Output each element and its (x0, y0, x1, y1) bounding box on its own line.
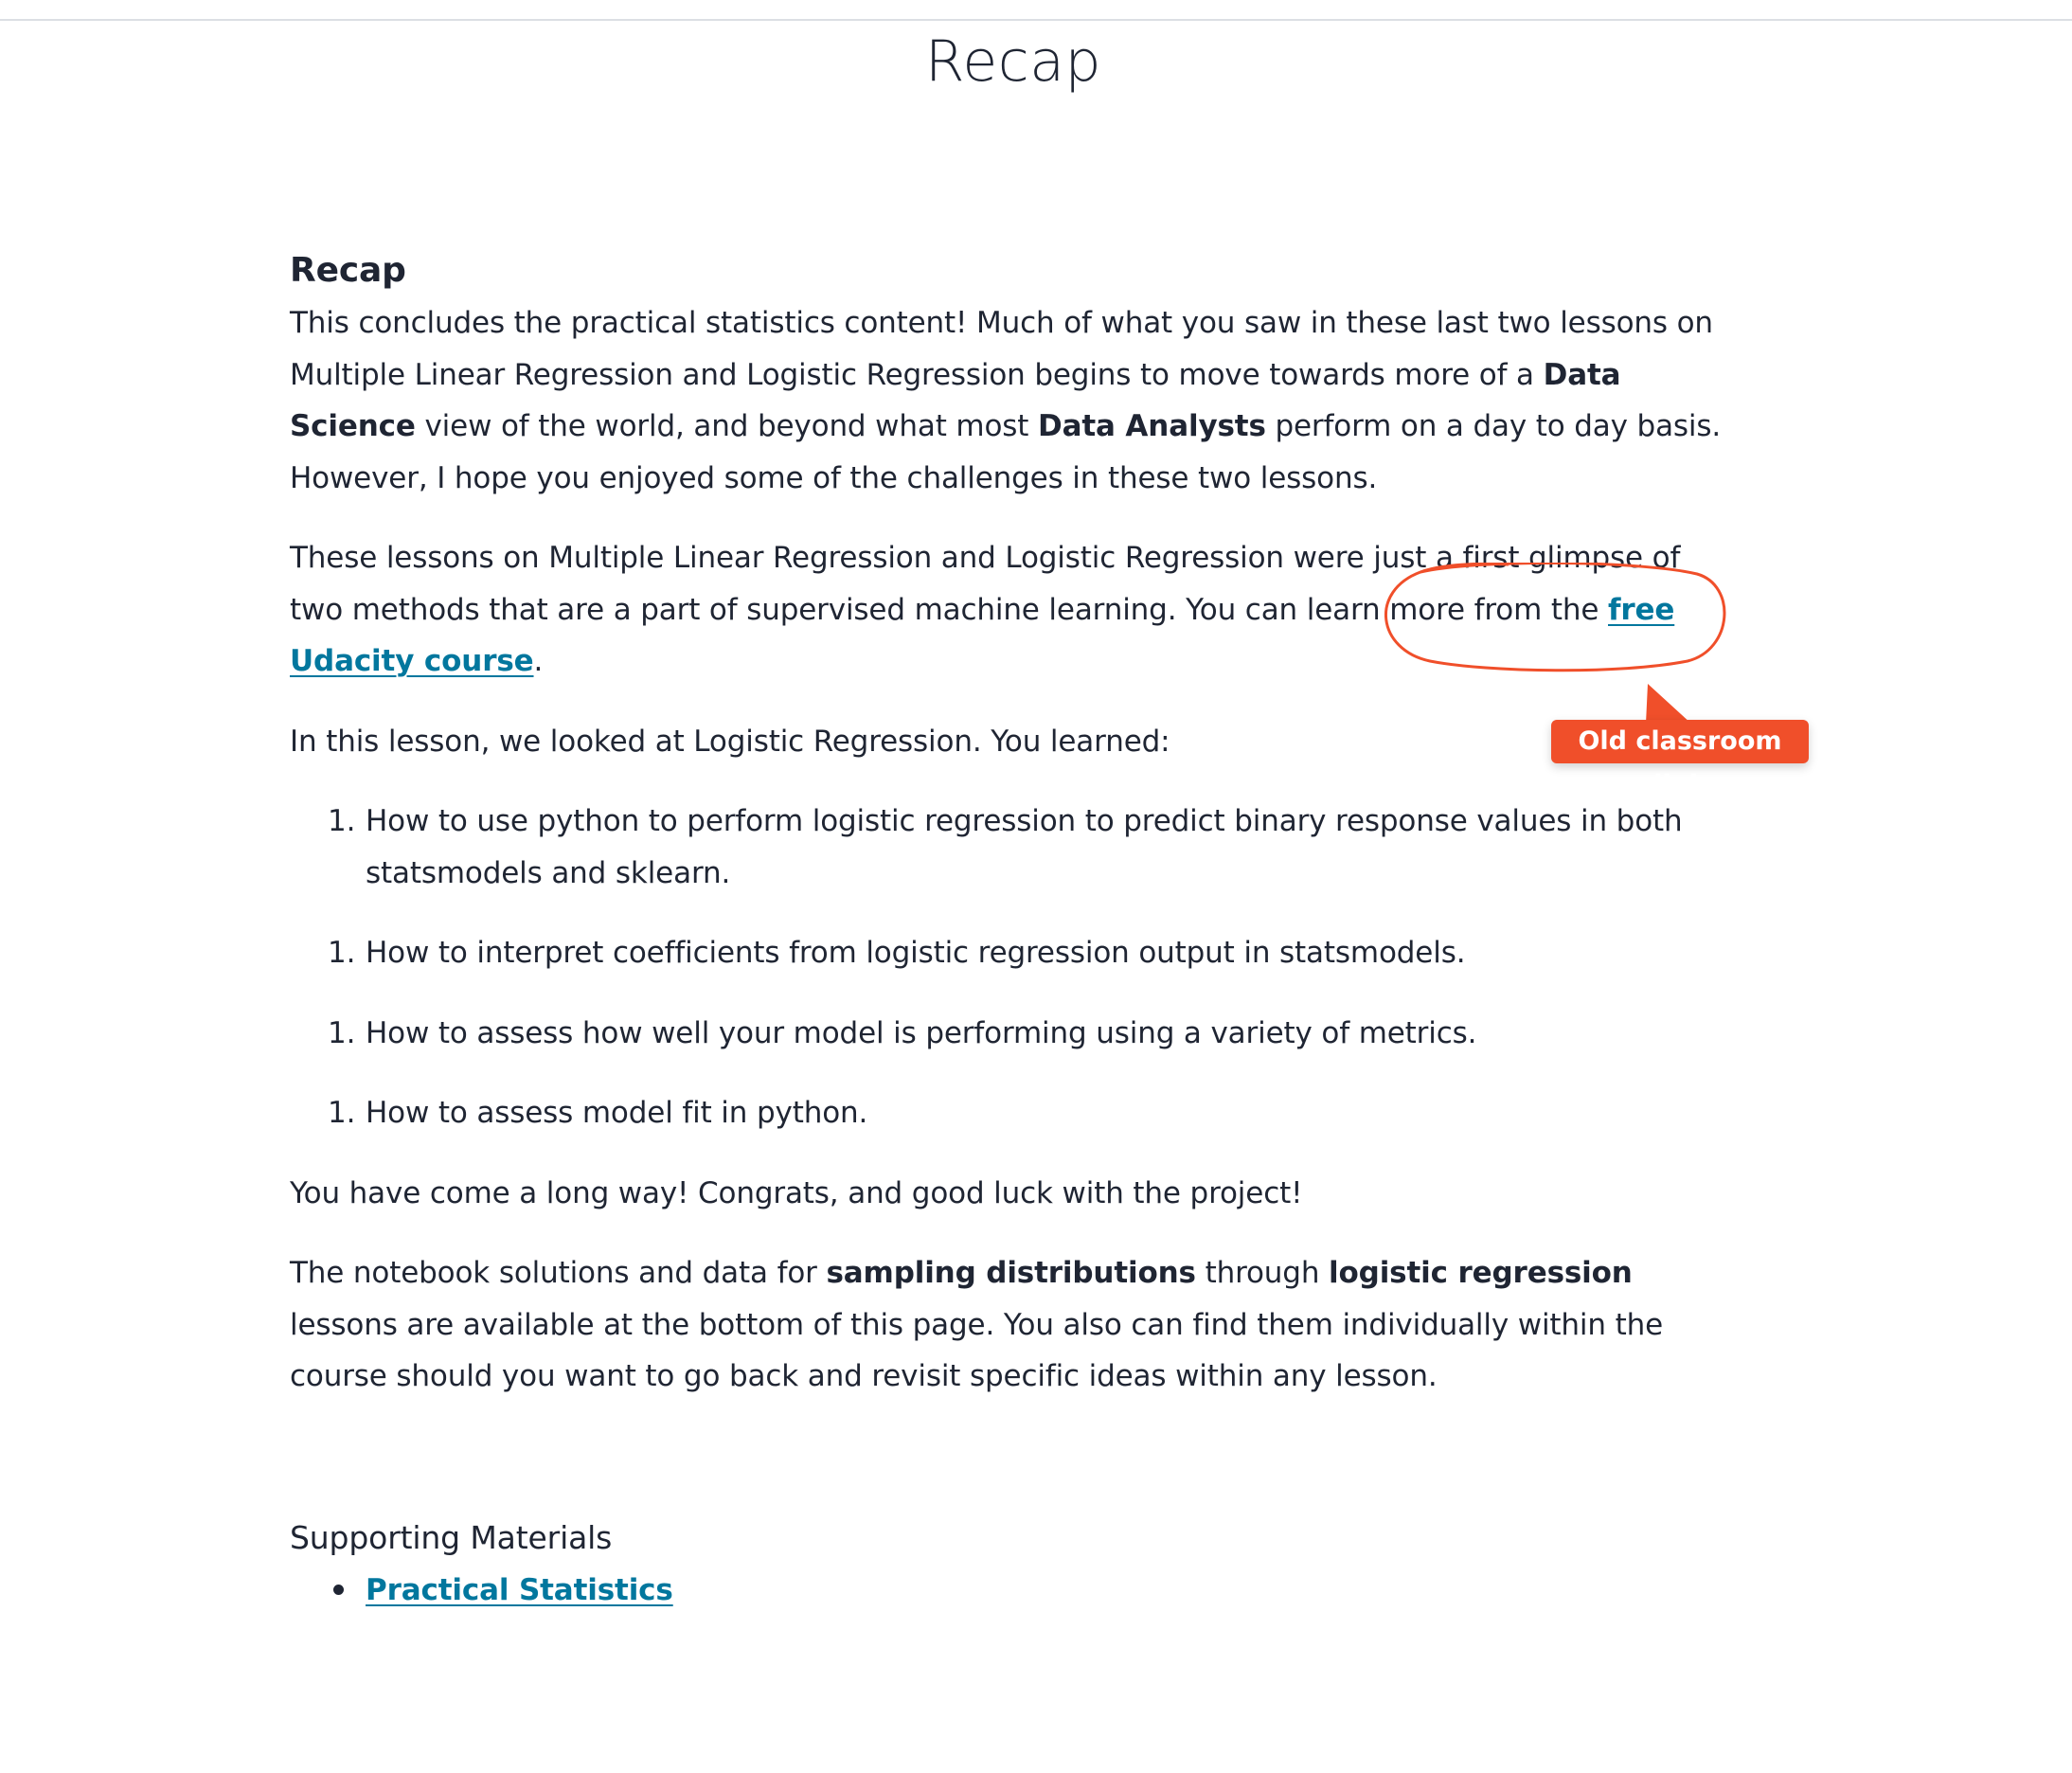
intro-bold-data-analysts: Data Analysts (1038, 409, 1266, 443)
solutions-text-3: lessons are available at the bottom of t… (290, 1307, 1664, 1394)
paragraph-congrats: You have come a long way! Congrats, and … (290, 1175, 1303, 1210)
list-item-number: 1. (328, 936, 356, 970)
paragraph-lesson-summary: In this lesson, we looked at Logistic Re… (290, 724, 1170, 759)
supporting-materials-list: Practical Statistics (290, 1565, 1729, 1617)
top-divider (0, 19, 2072, 21)
list-item-number: 1. (328, 1015, 356, 1050)
intro-text-1: This concludes the practical statistics … (290, 306, 1713, 392)
supporting-materials-heading: Supporting Materials (290, 1518, 613, 1556)
list-item-text: How to assess model fit in python. (366, 1096, 868, 1130)
list-item-text: How to interpret coefficients from logis… (366, 936, 1466, 970)
list-item-text: How to use python to perform logistic re… (366, 804, 1683, 890)
supporting-materials: Supporting Materials Practical Statistic… (290, 1512, 1729, 1617)
further-text-2: . (533, 644, 544, 678)
page-title: Recap (924, 28, 1102, 95)
solutions-text-1: The notebook solutions and data for (290, 1256, 827, 1290)
solutions-bold-sampling: sampling distributions (826, 1256, 1196, 1290)
solutions-bold-logistic: logistic regression (1329, 1256, 1633, 1290)
paragraph-intro: This concludes the practical statistics … (290, 297, 1729, 504)
section-heading: Recap (290, 251, 406, 290)
learned-list: 1. How to use python to perform logistic … (290, 796, 1729, 1139)
list-item-number: 1. (328, 1096, 356, 1130)
bullet-icon (333, 1584, 344, 1595)
intro-text-2: view of the world, and beyond what most (415, 409, 1038, 443)
list-item: Practical Statistics (333, 1565, 1729, 1617)
annotation-label: Old classroom link (1551, 720, 1809, 799)
list-item-text: How to assess how well your model is per… (366, 1015, 1477, 1050)
list-item: 1. How to use python to perform logistic … (328, 796, 1729, 899)
list-item: 1. How to interpret coefficients from log… (328, 927, 1729, 979)
practical-statistics-link[interactable]: Practical Statistics (366, 1573, 673, 1607)
further-text-1: These lessons on Multiple Linear Regress… (290, 541, 1681, 627)
solutions-text-2: through (1195, 1256, 1330, 1290)
list-item: 1. How to assess model fit in python. (328, 1087, 1729, 1139)
paragraph-notebook-solutions: The notebook solutions and data for samp… (290, 1247, 1729, 1403)
paragraph-further-learning: These lessons on Multiple Linear Regress… (290, 532, 1729, 688)
lesson-content: Recap This concludes the practical stati… (290, 244, 1729, 1616)
list-item-number: 1. (328, 804, 356, 838)
list-item: 1. How to assess how well your model is p… (328, 1008, 1729, 1060)
